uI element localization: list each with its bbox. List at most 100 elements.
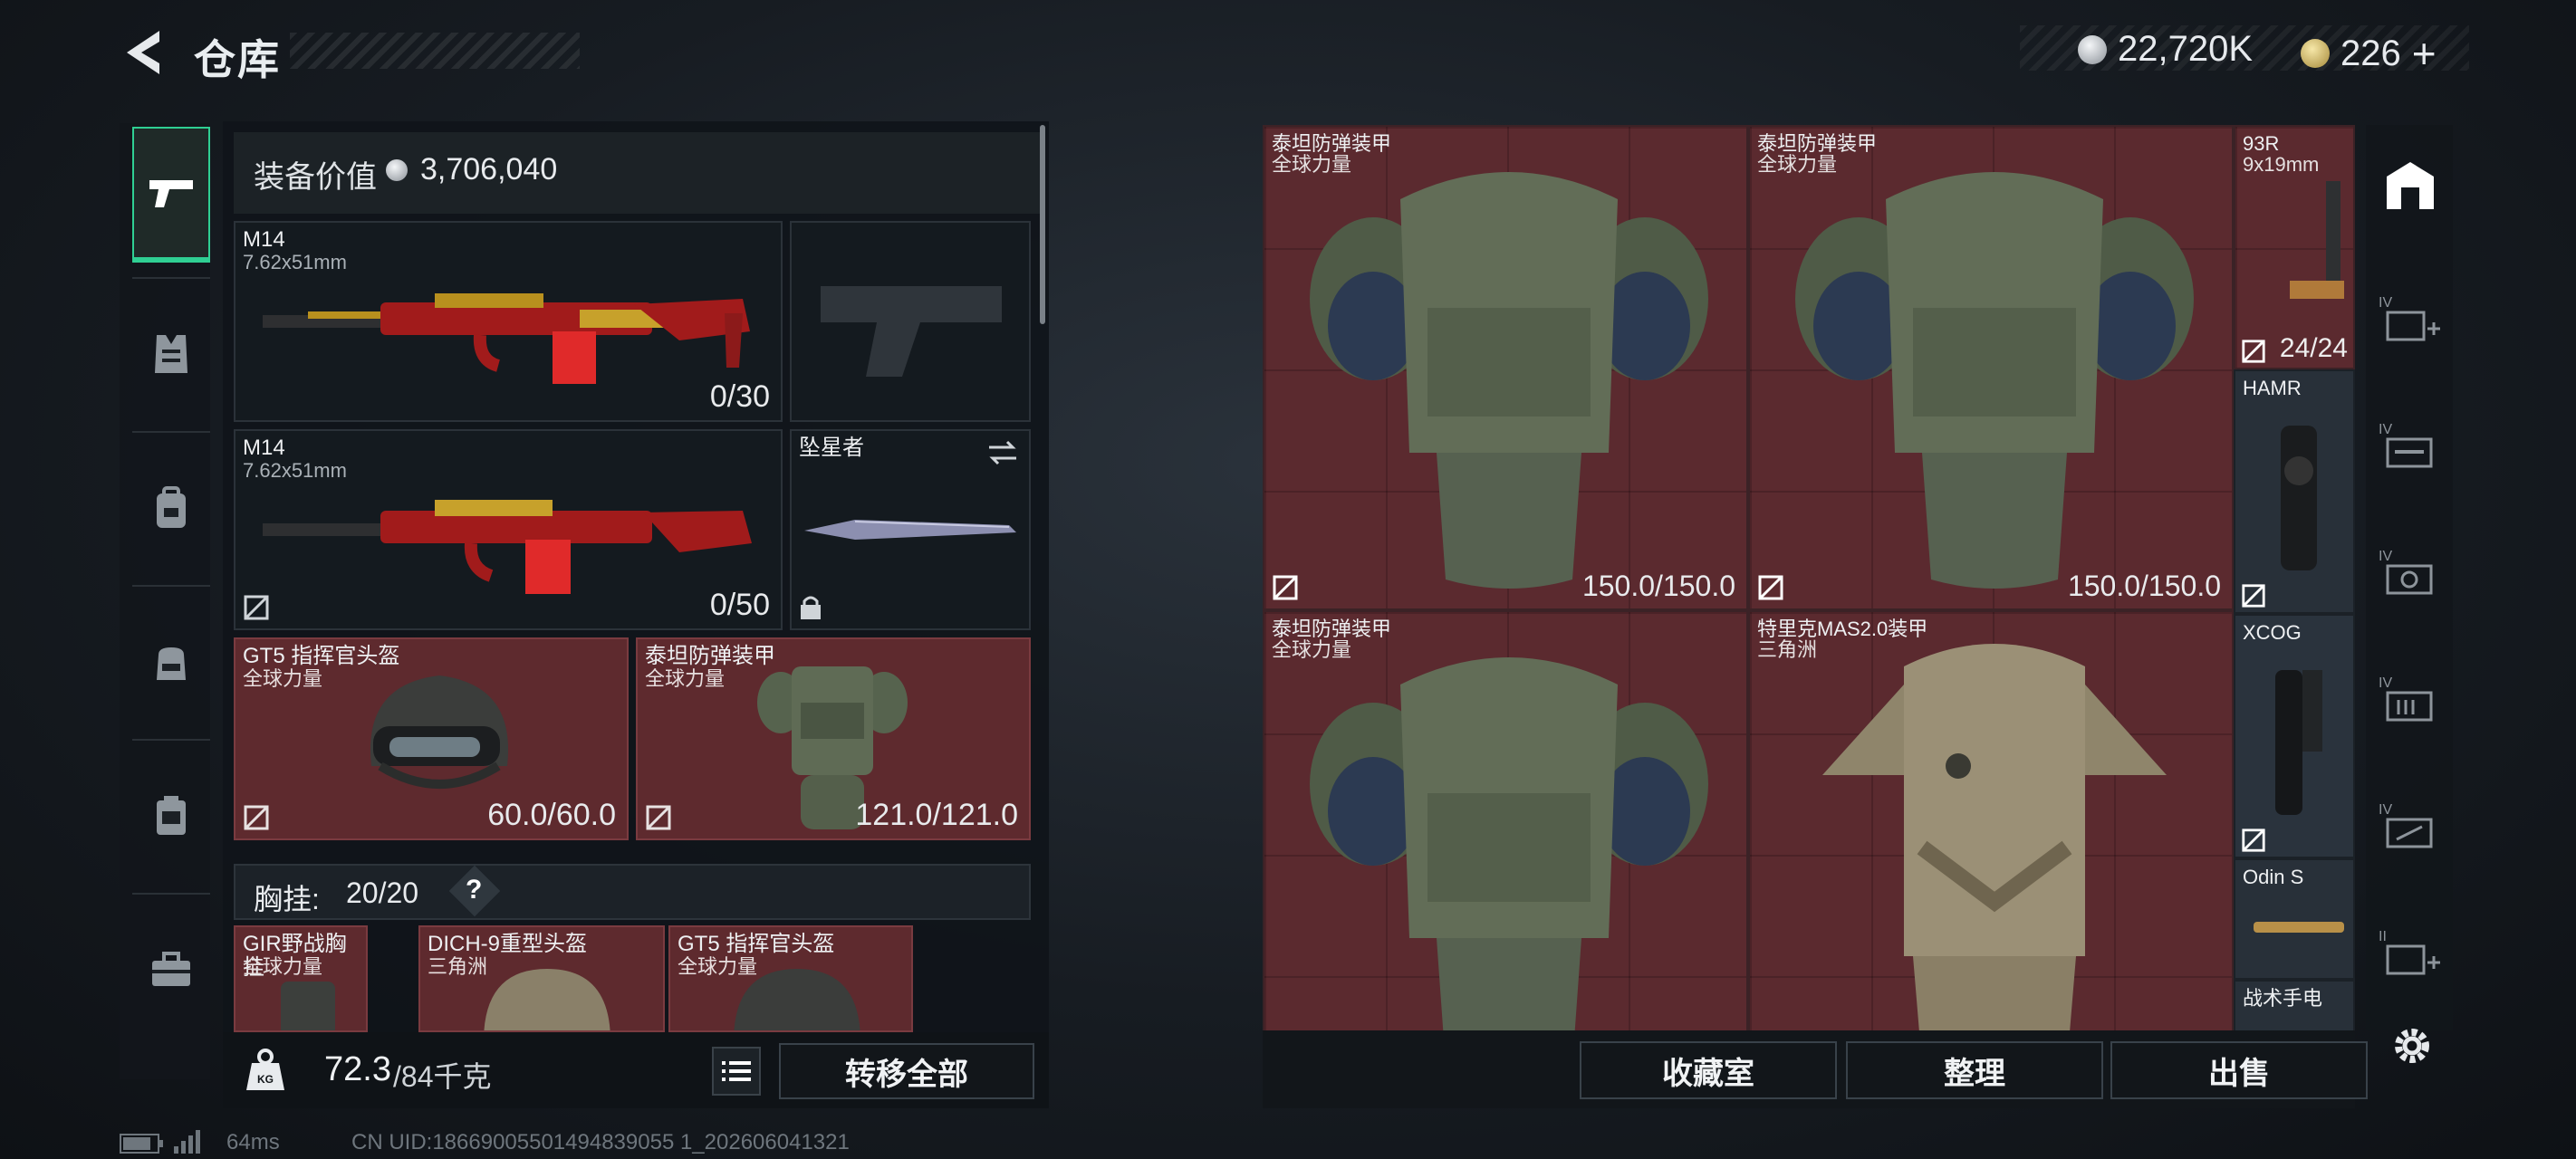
transfer-all-button[interactable]: 转移全部 — [779, 1043, 1034, 1099]
helmet-slot[interactable]: GT5 指挥官头盔 全球力量 60.0/60.0 — [234, 637, 629, 840]
weight-icon: KG — [246, 1049, 284, 1090]
item-name: Odin S — [2243, 866, 2304, 888]
item-faction: 全球力量 — [645, 667, 726, 690]
weight-max: /84千克 — [393, 1060, 492, 1093]
expansion-tab-5[interactable]: IV — [2379, 795, 2442, 858]
stash-item[interactable]: 泰坦防弹装甲 全球力量 150.0/150.0 — [1748, 125, 2234, 610]
stash-home-tab[interactable] — [2379, 154, 2442, 217]
sidearm-slot[interactable] — [790, 221, 1031, 422]
gold-amount: 226 — [2341, 33, 2401, 73]
expansion-tab-4[interactable]: IV — [2379, 668, 2442, 732]
silver-coin-icon — [386, 159, 408, 181]
empty-pistol-icon — [821, 286, 1002, 377]
stash-item[interactable]: 特里克MAS2.0装甲 三角洲 — [1748, 610, 2234, 1030]
helmet-image — [484, 969, 610, 1030]
chest-rig-image — [281, 982, 335, 1030]
rig-item[interactable]: GIR野战胸挂 全球力量 — [234, 925, 368, 1032]
rig-capacity: 20/20 — [346, 876, 419, 909]
item-faction: 全球力量 — [243, 667, 323, 690]
svg-text:IV: IV — [2379, 295, 2392, 311]
organize-button[interactable]: 整理 — [1846, 1041, 2103, 1099]
stash-item[interactable]: 泰坦防弹装甲 全球力量 150.0/150.0 — [1263, 125, 1748, 610]
silver-coin-icon — [2078, 34, 2107, 64]
settings-button[interactable] — [2388, 1021, 2437, 1070]
attachment-image — [2254, 922, 2344, 933]
scope-image — [2281, 426, 2317, 570]
loadout-scrollbar[interactable] — [1040, 125, 1045, 324]
nav-bag[interactable] — [132, 594, 210, 730]
gear-icon — [2395, 1029, 2429, 1063]
collection-button[interactable]: 收藏室 — [1580, 1041, 1837, 1099]
nav-backpack[interactable] — [132, 440, 210, 576]
ammo-count: 0/30 — [709, 379, 770, 414]
stash-item[interactable]: 泰坦防弹装甲 全球力量 — [1263, 610, 1748, 1030]
sell-button[interactable]: 出售 — [2110, 1041, 2368, 1099]
stash-grid: 泰坦防弹装甲 全球力量 150.0/150.0 泰坦防弹装甲 全球力量 150.… — [1263, 125, 2355, 1030]
stash-item[interactable]: HAMR — [2234, 369, 2355, 614]
item-name: GT5 指挥官头盔 — [678, 932, 835, 956]
warehouse-icon — [2387, 162, 2434, 209]
ammo-count: 24/24 — [2279, 333, 2348, 363]
melee-slot[interactable]: 坠星者 — [790, 429, 1031, 630]
rifle-image — [263, 293, 750, 384]
primary-weapon-slot-2[interactable]: M14 7.62x51mm 0/50 — [234, 429, 783, 630]
add-case-icon: II — [2379, 929, 2440, 975]
armor-image — [1310, 172, 1708, 589]
ping-value: 64ms — [226, 1130, 280, 1154]
svg-text:IV: IV — [2379, 422, 2392, 437]
nav-weapons[interactable] — [132, 127, 210, 263]
stash-item[interactable]: Odin S — [2234, 858, 2355, 980]
durability: 150.0/150.0 — [2067, 570, 2221, 602]
nav-armor[interactable] — [132, 286, 210, 422]
signal-icon — [174, 1130, 200, 1154]
knife-image — [804, 520, 1016, 540]
durability: 150.0/150.0 — [1581, 570, 1735, 602]
item-name: M14 — [243, 436, 285, 460]
container-icon — [157, 796, 186, 835]
stash-item[interactable]: 战术手电 — [2234, 980, 2355, 1030]
battery-icon — [120, 1134, 163, 1154]
list-view-button[interactable] — [712, 1047, 761, 1096]
nav-toolkit[interactable] — [132, 902, 210, 1038]
item-name: 坠星者 — [799, 436, 864, 460]
item-name: DICH-9重型头盔 — [428, 932, 588, 956]
value-label: 装备价值 — [254, 160, 377, 195]
add-currency-button[interactable]: + — [2412, 29, 2437, 78]
unlocked-slot-icon — [2242, 584, 2265, 608]
primary-weapon-slot-1[interactable]: M14 7.62x51mm 0/30 — [234, 221, 783, 422]
rig-item[interactable]: DICH-9重型头盔 三角洲 — [418, 925, 665, 1032]
armor-slot[interactable]: 泰坦防弹装甲 全球力量 121.0/121.0 — [636, 637, 1031, 840]
expansion-tab-6[interactable]: II — [2379, 922, 2442, 985]
rig-label: 胸挂: — [254, 883, 320, 915]
unlocked-slot-icon — [2242, 340, 2265, 363]
rifle-image — [263, 500, 752, 594]
stash-tab-rail: IV IV IV IV IV II — [2366, 125, 2453, 1030]
chest-rig-header[interactable]: 胸挂: 20/20 ? — [234, 864, 1031, 920]
scope-image — [2275, 670, 2322, 815]
swap-icon[interactable] — [987, 440, 1018, 465]
gold-currency[interactable]: 226 + — [2301, 29, 2437, 78]
unlocked-slot-icon — [1758, 575, 1783, 600]
back-arrow-icon[interactable] — [120, 27, 165, 78]
loadout-value-row: 装备价值 3,706,040 — [234, 132, 1040, 214]
expansion-tab-3[interactable]: IV — [2379, 541, 2442, 605]
expansion-tab-2[interactable]: IV — [2379, 415, 2442, 478]
camo-armor-image — [1822, 644, 2167, 1030]
unlocked-slot-icon — [244, 805, 269, 830]
stash-item[interactable]: 93R 9x19mm 24/24 — [2234, 125, 2355, 369]
title-decoration — [290, 33, 580, 69]
expansion-tab-1[interactable]: IV — [2379, 288, 2442, 351]
svg-text:IV: IV — [2379, 549, 2392, 564]
help-icon[interactable]: ? — [466, 875, 482, 905]
ammo-case-icon: IV — [2379, 675, 2433, 722]
svg-text:IV: IV — [2379, 675, 2392, 691]
unlocked-slot-icon — [646, 805, 671, 830]
add-case-icon: IV — [2379, 295, 2440, 341]
list-icon — [722, 1061, 751, 1081]
helmet-image — [370, 675, 509, 789]
stash-item[interactable]: XCOG — [2234, 614, 2355, 858]
rig-item[interactable]: GT5 指挥官头盔 全球力量 — [668, 925, 913, 1032]
category-nav — [120, 123, 210, 1079]
armor-vest-icon — [155, 335, 187, 373]
nav-container[interactable] — [132, 748, 210, 884]
